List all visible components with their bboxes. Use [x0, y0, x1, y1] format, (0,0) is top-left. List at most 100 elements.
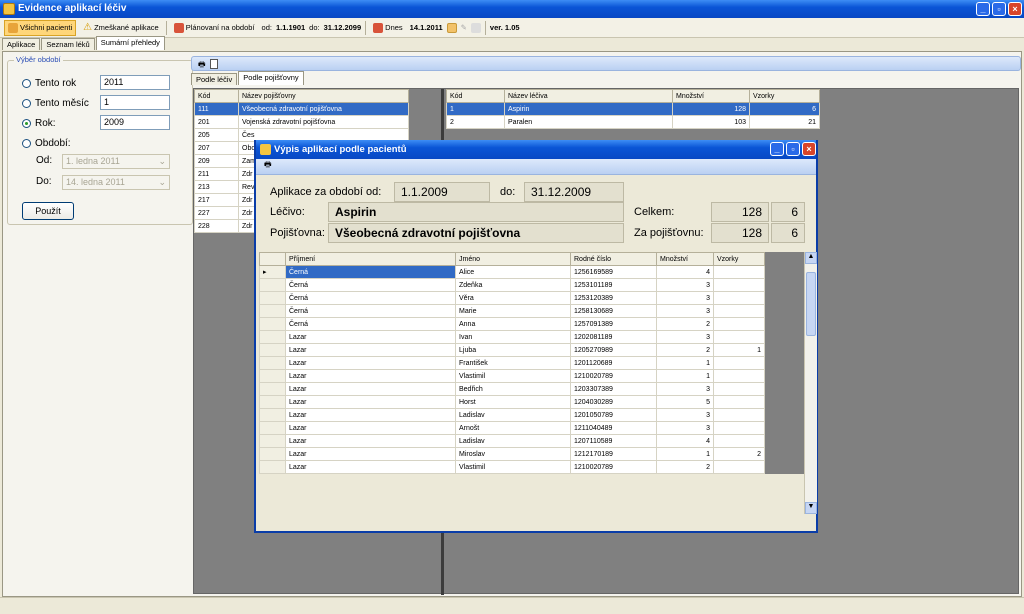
row-header[interactable]	[259, 356, 286, 370]
table-row[interactable]: Lazar Vlastimil 1210020789 1	[259, 369, 805, 383]
dialog-from: 1.1.2009	[394, 182, 490, 202]
status-bar	[0, 597, 1024, 614]
doc-icon[interactable]	[470, 22, 481, 33]
total-samples: 6	[771, 202, 805, 222]
warning-icon: ⚠	[83, 22, 93, 33]
from-date[interactable]: 1.1.1901	[276, 23, 305, 32]
year-input[interactable]: 2009	[100, 115, 170, 130]
today-button[interactable]: Dnes	[370, 20, 406, 36]
missed-button[interactable]: ⚠ Zmeškané aplikace	[80, 20, 162, 36]
month-field[interactable]: 1	[100, 95, 170, 110]
maximize-button[interactable]: ▫	[992, 2, 1006, 16]
tab-podle-pojistovny[interactable]: Podle pojišťovny	[238, 71, 304, 85]
tab-aplikace[interactable]: Aplikace	[2, 38, 41, 50]
radio-this-month[interactable]: Tento měsíc	[22, 98, 89, 109]
row-header[interactable]	[259, 330, 286, 344]
tab-podle-leciv[interactable]: Podle léčiv	[191, 73, 238, 85]
dialog-icon	[260, 144, 271, 155]
row-header[interactable]	[259, 278, 286, 292]
table-row[interactable]: Lazar Miroslav 1212170189 1 2	[259, 447, 805, 461]
dialog-toolbar: 🖶	[256, 159, 816, 175]
table-row[interactable]: Lazar Ivan 1202081189 3	[259, 330, 805, 344]
year-field[interactable]: 2011	[100, 75, 170, 90]
table-row[interactable]: Lazar Ljuba 1205270989 2 1	[259, 343, 805, 357]
page-icon[interactable]	[210, 59, 218, 69]
main-toolbar: Všichni pacienti ⚠ Zmeškané aplikace Plá…	[0, 18, 1024, 38]
table-row[interactable]: Lazar Ladislav 1201050789 3	[259, 408, 805, 422]
patient-icon	[8, 22, 18, 33]
row-header[interactable]	[259, 382, 286, 396]
calendar-today-icon	[373, 22, 384, 33]
title-bar: Evidence aplikací léčiv _ ▫ ×	[0, 0, 1024, 18]
row-header[interactable]	[259, 317, 286, 331]
radio-year[interactable]: Rok:	[22, 118, 56, 129]
results-toolbar: 🖶	[191, 56, 1021, 71]
drug-table: Kód Název léčiva Množství Vzorky 1 Aspirin 12…	[446, 89, 820, 129]
table-row[interactable]: Lazar Horst 1204030289 5	[259, 395, 805, 409]
table-row[interactable]: ▸ Černá Alice 1256169589 4	[259, 265, 805, 279]
tab-sumarni-prehledy[interactable]: Sumární přehledy	[95, 36, 165, 50]
table-row[interactable]: Černá Anna 1257091389 2	[259, 317, 805, 331]
table-row[interactable]: 111 Všeobecná zdravotní pojišťovna	[194, 102, 409, 116]
row-header[interactable]	[259, 395, 286, 409]
planned-button[interactable]: Plánovaní na období	[171, 20, 258, 36]
window-title: Evidence aplikací léčiv	[18, 3, 127, 14]
dialog-insurance: Všeobecná zdravotní pojišťovna	[328, 223, 624, 243]
table-row[interactable]: Černá Věra 1253120389 3	[259, 291, 805, 305]
dialog-close-button[interactable]: ×	[802, 142, 816, 156]
row-header[interactable]	[259, 460, 286, 474]
table-row[interactable]: Lazar František 1201120689 1	[259, 356, 805, 370]
apply-button[interactable]: Použít	[22, 202, 74, 220]
row-header[interactable]	[259, 408, 286, 422]
row-header[interactable]	[259, 343, 286, 357]
paid-samples: 6	[771, 223, 805, 243]
pen-icon[interactable]: ✎	[461, 23, 467, 32]
all-patients-button[interactable]: Všichni pacienti	[4, 19, 77, 36]
row-header[interactable]	[259, 447, 286, 461]
table-row[interactable]: Lazar Vlastimil 1210020789 2	[259, 460, 805, 474]
radio-period[interactable]: Období:	[22, 138, 71, 149]
version-label: ver. 1.05	[489, 23, 520, 32]
dialog-print-icon[interactable]: 🖶	[264, 160, 272, 169]
table-row[interactable]: 1 Aspirin 128 6	[446, 102, 820, 116]
row-header[interactable]	[259, 421, 286, 435]
calendar-icon	[173, 22, 184, 33]
export-icon[interactable]	[446, 22, 457, 33]
period-group: Výběr období Tento rok 2011 Tento měsíc …	[7, 55, 193, 225]
close-button[interactable]: ×	[1008, 2, 1022, 16]
scroll-thumb[interactable]	[806, 272, 816, 336]
patients-table: Příjmení Jméno Rodné číslo Množství Vzorky ▸…	[259, 252, 805, 474]
total-amount: 128	[711, 202, 769, 222]
dialog-minimize-button[interactable]: _	[770, 142, 784, 156]
table-row[interactable]: Lazar Bedřich 1203307389 3	[259, 382, 805, 396]
dialog-maximize-button[interactable]: ▫	[786, 142, 800, 156]
table-row[interactable]: Černá Zdeňka 1253101189 3	[259, 278, 805, 292]
print-icon[interactable]: 🖶	[198, 59, 206, 73]
date-to-picker[interactable]: 14. ledna 2011 ⌄	[62, 175, 170, 190]
dialog-drug: Aspirin	[328, 202, 624, 222]
paid-amount: 128	[711, 223, 769, 243]
table-row[interactable]: 201 Vojenská zdravotní pojišťovna	[194, 115, 409, 129]
patients-scrollbar[interactable]: ▲ ▼	[804, 252, 817, 514]
row-header[interactable]	[259, 291, 286, 305]
tab-seznam-leku[interactable]: Seznam léků	[41, 38, 95, 50]
sub-tabs: Podle léčiv Podle pojišťovny	[191, 71, 304, 85]
radio-this-year[interactable]: Tento rok	[22, 78, 76, 89]
row-header[interactable]	[259, 369, 286, 383]
row-header[interactable]	[259, 304, 286, 318]
table-row[interactable]: 2 Paralen 103 21	[446, 115, 820, 129]
row-header[interactable]: ▸	[259, 265, 286, 279]
app-icon	[3, 3, 15, 15]
table-row[interactable]: Černá Marie 1258130689 3	[259, 304, 805, 318]
table-row[interactable]: Lazar Arnošt 1211040489 3	[259, 421, 805, 435]
dialog-title-bar: Výpis aplikací podle pacientů _ ▫ ×	[256, 140, 816, 159]
dialog-to: 31.12.2009	[524, 182, 624, 202]
minimize-button[interactable]: _	[976, 2, 990, 16]
row-header[interactable]	[259, 434, 286, 448]
today-date: 14.1.2011	[409, 23, 443, 32]
to-date[interactable]: 31.12.2099	[324, 23, 362, 32]
main-tabs: Aplikace Seznam léků Sumární přehledy	[2, 36, 165, 51]
date-from-picker[interactable]: 1. ledna 2011 ⌄	[62, 154, 170, 169]
patients-dialog: Výpis aplikací podle pacientů _ ▫ × 🖶 Ap…	[254, 140, 818, 533]
table-row[interactable]: Lazar Ladislav 1207110589 4	[259, 434, 805, 448]
